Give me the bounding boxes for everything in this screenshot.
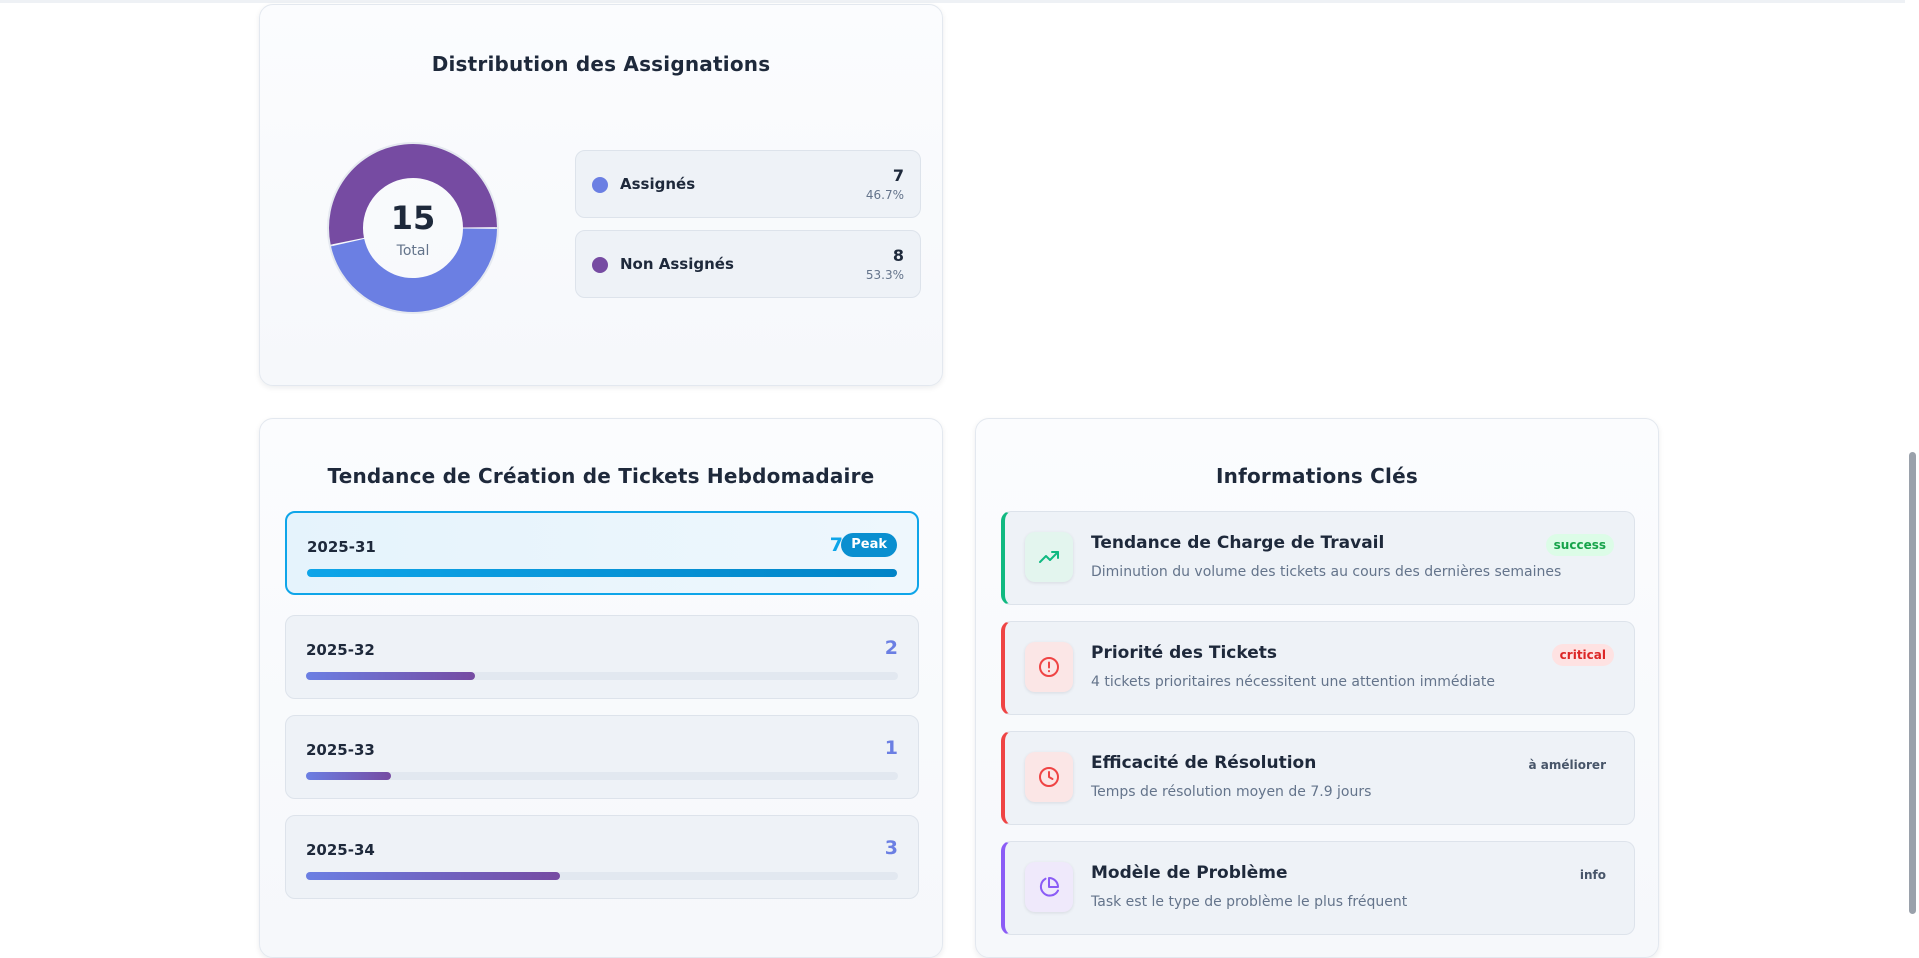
insight-badge: success [1545,534,1614,556]
alert-circle-icon [1025,642,1073,692]
insight-title: Modèle de Problème [1091,863,1288,883]
week-label: 2025-32 [306,641,375,659]
week-bar-fill [306,872,560,880]
card-title: Distribution des Assignations [431,52,771,76]
week-bar-track [306,872,898,880]
legend-label: Non Assignés [620,255,734,273]
legend-item-assignes[interactable]: Assignés 7 46.7% [575,150,921,218]
scrollbar-thumb[interactable] [1909,452,1916,914]
top-divider [0,0,1919,3]
weekly-trend-card: Tendance de Création de Tickets Hebdomad… [259,418,943,958]
week-count: 2 [884,637,898,659]
week-bar-fill [307,569,897,577]
week-item-2025-34[interactable]: 2025-34 3 [285,815,919,899]
insight-workload-trend[interactable]: Tendance de Charge de Travail Diminution… [1001,511,1635,605]
week-bar-track [306,672,898,680]
assignment-distribution-card: Distribution des Assignations 15 Total A… [259,4,943,386]
week-label: 2025-33 [306,741,375,759]
insight-ticket-priority[interactable]: Priorité des Tickets 4 tickets prioritai… [1001,621,1635,715]
week-label: 2025-34 [306,841,375,859]
insight-description: 4 tickets prioritaires nécessitent une a… [1091,674,1495,690]
clock-icon [1025,752,1073,802]
week-item-2025-32[interactable]: 2025-32 2 [285,615,919,699]
legend-value: 8 [892,246,904,265]
trending-up-icon [1025,532,1073,582]
page-scrollbar[interactable] [1905,0,1919,943]
insight-badge: info [1571,864,1614,886]
legend-label: Assignés [620,175,696,193]
card-title: Tendance de Création de Tickets Hebdomad… [327,464,875,488]
insight-title: Tendance de Charge de Travail [1091,533,1385,553]
donut-total-label: Total [396,243,430,259]
insight-problem-pattern[interactable]: Modèle de Problème Task est le type de p… [1001,841,1635,935]
week-bar-fill [306,772,391,780]
week-label: 2025-31 [307,538,376,556]
legend-dot [592,257,608,273]
legend-item-non-assignes[interactable]: Non Assignés 8 53.3% [575,230,921,298]
legend-percent: 53.3% [865,268,904,282]
week-bar-track [307,569,897,577]
donut-center: 15 Total [320,135,506,321]
insight-resolution-efficiency[interactable]: Efficacité de Résolution Temps de résolu… [1001,731,1635,825]
donut-total-value: 15 [390,199,436,237]
week-count: 3 [884,837,898,859]
card-title: Informations Clés [1216,464,1418,488]
insight-description: Temps de résolution moyen de 7.9 jours [1091,784,1372,800]
insight-description: Diminution du volume des tickets au cour… [1091,564,1562,580]
legend-value: 7 [892,166,904,185]
insight-badge: à améliorer [1520,754,1614,776]
insight-title: Efficacité de Résolution [1091,753,1317,773]
insight-badge: critical [1551,644,1614,666]
insight-description: Task est le type de problème le plus fré… [1091,894,1408,910]
week-item-2025-31[interactable]: 2025-31 7 Peak [285,511,919,595]
peak-badge: Peak [841,533,897,557]
legend-dot [592,177,608,193]
week-item-2025-33[interactable]: 2025-33 1 [285,715,919,799]
week-count: 1 [884,737,898,759]
key-insights-card: Informations Clés Tendance de Charge de … [975,418,1659,958]
week-bar-track [306,772,898,780]
pie-chart-icon [1025,862,1073,912]
week-bar-fill [306,672,476,680]
legend-percent: 46.7% [865,188,904,202]
assignment-donut-chart: 15 Total [320,135,506,321]
insight-title: Priorité des Tickets [1091,643,1277,663]
